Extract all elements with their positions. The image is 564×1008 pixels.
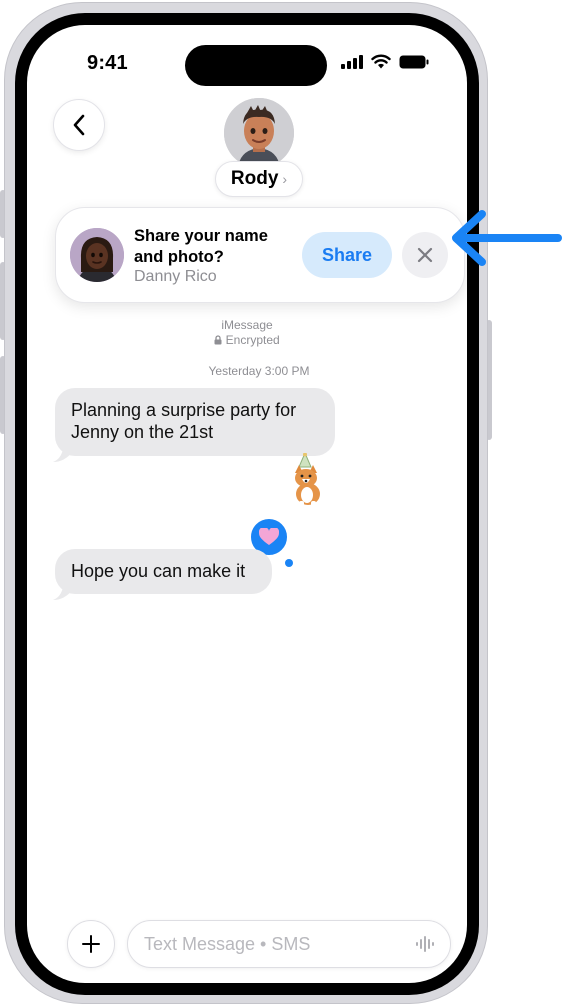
apps-button[interactable] (67, 920, 115, 968)
close-icon (417, 247, 433, 263)
memoji-avatar-icon (70, 228, 124, 282)
received-message-bubble[interactable]: Planning a surprise party for Jenny on t… (55, 388, 335, 456)
share-name-photo-banner: Share your name and photo? Danny Rico Sh… (55, 207, 465, 303)
chevron-right-icon: › (282, 171, 288, 187)
chevron-left-icon (73, 114, 85, 136)
status-time: 9:41 (87, 52, 128, 74)
waveform-icon[interactable] (416, 935, 436, 953)
callout-arrow-icon (452, 210, 562, 266)
cellular-signal-icon (341, 54, 363, 69)
service-label: iMessage (221, 318, 273, 332)
share-button[interactable]: Share (302, 232, 392, 278)
bubble-tail (53, 587, 73, 600)
tapback-dot (285, 559, 293, 567)
lock-icon (214, 335, 222, 345)
wifi-icon (371, 54, 391, 69)
received-message-bubble[interactable]: Hope you can make it (55, 549, 272, 594)
status-icons (341, 54, 429, 69)
dismiss-button[interactable] (402, 232, 448, 278)
phone-bezel: 9:41 Rody › Share your name and photo? D… (15, 13, 479, 995)
corgi-party-hat-sticker[interactable] (289, 453, 329, 509)
dynamic-island (185, 45, 327, 86)
message-timestamp: Yesterday 3:00 PM (208, 364, 310, 378)
banner-subtitle: Danny Rico (134, 268, 217, 285)
back-button[interactable] (53, 99, 105, 151)
contact-avatar[interactable] (224, 98, 294, 168)
plus-icon (82, 935, 100, 953)
bubble-tail (53, 449, 73, 462)
my-avatar (70, 228, 124, 282)
contact-name: Rody (230, 168, 279, 189)
encryption-label: Encrypted (27, 333, 467, 347)
phone-frame: 9:41 Rody › Share your name and photo? D… (4, 2, 488, 1004)
heart-icon (259, 528, 279, 545)
contact-name-button[interactable]: Rody › (215, 161, 303, 197)
encryption-text: Encrypted (225, 333, 280, 347)
message-input[interactable] (144, 921, 404, 967)
messages-screen: 9:41 Rody › Share your name and photo? D… (27, 25, 467, 983)
battery-icon (399, 55, 429, 68)
memoji-avatar-icon (224, 98, 294, 168)
banner-title: Share your name and photo? (134, 227, 268, 266)
message-field[interactable] (127, 920, 451, 968)
